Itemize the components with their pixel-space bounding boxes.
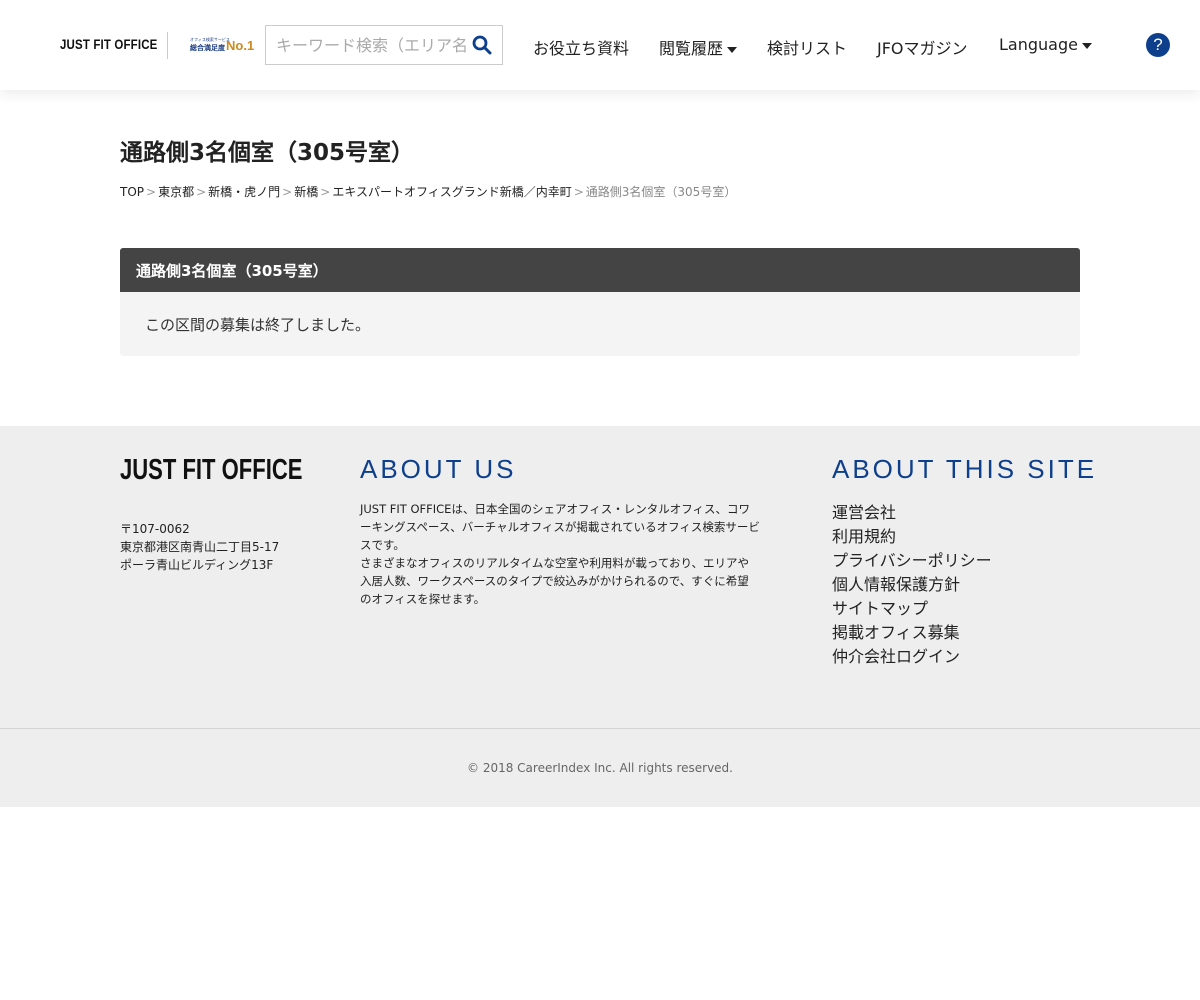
footer-link-terms[interactable]: 利用規約 — [832, 525, 992, 549]
award-line2: 総合満足度 — [190, 44, 225, 52]
search-box — [265, 25, 503, 65]
nav-magazine[interactable]: JFOマガジン — [877, 35, 968, 59]
award-badge: オフィス検索サービス 総合満足度 No.1 — [190, 37, 256, 55]
breadcrumb-link[interactable]: エキスパートオフィスグランド新橋／内幸町 — [332, 185, 571, 199]
about-us-text: JUST FIT OFFICEは、日本全国のシェアオフィス・レンタルオフィス、コ… — [360, 500, 760, 608]
copyright-bar: © 2018 CareerIndex Inc. All rights reser… — [0, 728, 1200, 807]
about-site-heading: ABOUT THIS SITE — [832, 454, 1098, 484]
nav-label: JFOマガジン — [877, 39, 968, 58]
breadcrumb-link[interactable]: 新橋・虎ノ門 — [208, 185, 280, 199]
nav-shortlist[interactable]: 検討リスト — [767, 35, 847, 59]
site-footer: JUST FIT OFFICE 〒107-0062 東京都港区南青山二丁目5-1… — [0, 426, 1200, 728]
footer-link-personal-info[interactable]: 個人情報保護方針 — [832, 573, 992, 597]
breadcrumb-separator: > — [282, 185, 293, 199]
about-paragraph: JUST FIT OFFICEは、日本全国のシェアオフィス・レンタルオフィス、コ… — [360, 502, 760, 552]
breadcrumb: TOP > 東京都 > 新橋・虎ノ門 > 新橋 > エキスパートオフィスグランド新橋／内幸町 > 通… — [120, 183, 736, 200]
logo-divider — [167, 32, 168, 59]
breadcrumb-link[interactable]: TOP — [120, 185, 144, 199]
nav-language[interactable]: Language — [999, 35, 1092, 54]
nav-label: Language — [999, 35, 1078, 54]
company-address: 〒107-0062 東京都港区南青山二丁目5-17 ポーラ青山ビルディング13F — [120, 520, 279, 574]
nav-label: 検討リスト — [767, 39, 848, 58]
page-title: 通路側3名個室（305号室） — [120, 140, 415, 166]
nav-useful-docs[interactable]: お役立ち資料 — [533, 35, 629, 59]
about-us-heading: ABOUT US — [360, 454, 517, 484]
site-logo[interactable]: JUST FIT OFFICE — [60, 36, 157, 52]
footer-links: 運営会社 利用規約 プライバシーポリシー 個人情報保護方針 サイトマップ 掲載オ… — [832, 501, 992, 669]
address-line: 〒107-0062 — [120, 522, 190, 536]
status-panel: 通路側3名個室（305号室） この区間の募集は終了しました。 — [120, 248, 1080, 356]
help-icon[interactable]: ? — [1146, 33, 1170, 57]
footer-link-listing[interactable]: 掲載オフィス募集 — [832, 621, 992, 645]
breadcrumb-current: 通路側3名個室（305号室） — [585, 185, 737, 199]
award-no1: No.1 — [226, 38, 255, 53]
breadcrumb-separator: > — [573, 185, 584, 199]
breadcrumb-separator: > — [146, 185, 157, 199]
search-input[interactable] — [276, 34, 466, 56]
breadcrumb-link[interactable]: 東京都 — [158, 185, 194, 199]
footer-logo[interactable]: JUST FIT OFFICE — [120, 454, 302, 487]
nav-history[interactable]: 閲覧履歴 — [659, 35, 738, 59]
site-header: JUST FIT OFFICE オフィス検索サービス 総合満足度 No.1 お役… — [0, 0, 1200, 90]
caret-down-icon — [1081, 42, 1092, 49]
search-icon[interactable] — [472, 35, 492, 55]
breadcrumb-separator: > — [320, 185, 331, 199]
address-line: ポーラ青山ビルディング13F — [120, 558, 274, 572]
footer-link-broker-login[interactable]: 仲介会社ログイン — [832, 645, 992, 669]
breadcrumb-separator: > — [196, 185, 207, 199]
footer-link-sitemap[interactable]: サイトマップ — [832, 597, 992, 621]
award-line1: オフィス検索サービス — [190, 37, 230, 42]
nav-label: お役立ち資料 — [533, 39, 630, 58]
breadcrumb-link[interactable]: 新橋 — [294, 185, 318, 199]
footer-link-privacy[interactable]: プライバシーポリシー — [832, 549, 992, 573]
caret-down-icon — [727, 46, 738, 53]
nav-label: 閲覧履歴 — [659, 39, 724, 58]
copyright-text: © 2018 CareerIndex Inc. All rights reser… — [467, 761, 733, 775]
address-line: 東京都港区南青山二丁目5-17 — [120, 540, 280, 554]
panel-heading: 通路側3名個室（305号室） — [120, 248, 1080, 292]
about-paragraph: さまざまなオフィスのリアルタイムな空室や利用料が載っており、エリアや入居人数、ワ… — [360, 556, 750, 606]
footer-link-company[interactable]: 運営会社 — [832, 501, 992, 525]
panel-message: この区間の募集は終了しました。 — [145, 316, 371, 334]
